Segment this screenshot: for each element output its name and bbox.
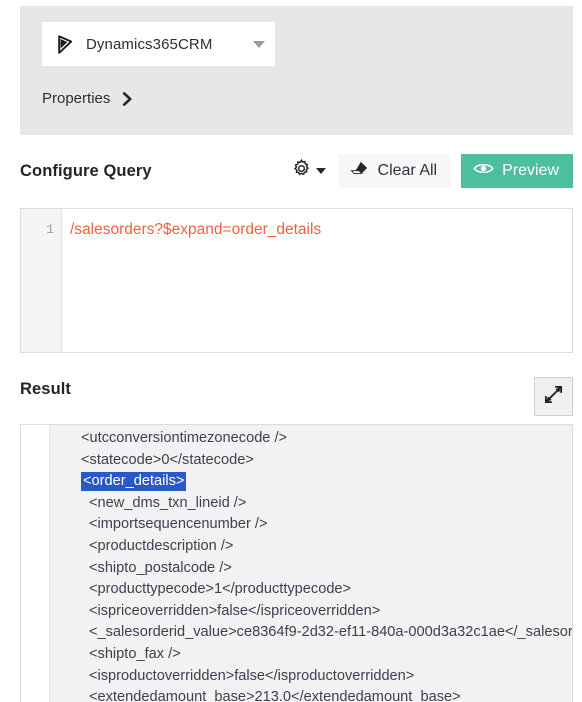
configure-query-header: Configure Query Clear All Preview [20,150,573,192]
chevron-right-icon [121,91,134,107]
xml-line[interactable]: <producttypecode>1</producttypecode> [51,579,572,601]
clear-all-label: Clear All [377,162,438,179]
result-title: Result [20,380,72,398]
xml-output[interactable]: <utcconversiontimezonecode /> <statecode>… [51,425,572,702]
dynamics365-logo-icon [54,33,76,55]
expand-result-button[interactable] [534,377,573,416]
query-input[interactable]: /salesorders?$expand=order_details [62,209,572,352]
eye-icon [473,161,494,181]
expand-diagonal-arrows-icon [543,384,564,410]
xml-line[interactable]: <extendedamount_base>213.0</extendedamou… [51,687,572,702]
result-header: Result [20,371,573,421]
connector-select[interactable]: Dynamics365CRM [42,22,275,66]
xml-line[interactable]: <utcconversiontimezonecode /> [51,428,572,450]
xml-line[interactable]: <new_dms_txn_lineid /> [51,493,572,515]
connector-name: Dynamics365CRM [86,35,213,53]
preview-label: Preview [502,162,559,179]
editor-line-gutter: 1 [21,209,62,352]
xml-line[interactable]: <importsequencenumber /> [51,514,572,536]
result-panel[interactable]: <utcconversiontimezonecode /> <statecode>… [20,424,573,702]
eraser-icon [349,160,369,182]
properties-toggle[interactable]: Properties [42,90,134,107]
settings-dropdown-button[interactable] [289,156,328,186]
xml-line[interactable]: <statecode>0</statecode> [51,450,572,472]
query-toolbar: Clear All Preview [289,150,573,192]
preview-button[interactable]: Preview [461,154,573,188]
query-editor[interactable]: 1 /salesorders?$expand=order_details [20,208,573,353]
page-title: Configure Query [20,161,152,180]
xml-line[interactable]: <productdescription /> [51,536,572,558]
line-number: 1 [46,222,54,237]
query-text: /salesorders?$expand=order_details [70,221,322,238]
gear-icon [291,158,312,184]
result-gutter [21,425,50,702]
caret-down-icon [315,168,326,174]
connector-card: Dynamics365CRM Properties [20,6,573,135]
xml-line[interactable]: <_salesorderid_value>ce8364f9-2d32-ef11-… [51,622,572,644]
xml-line[interactable]: <shipto_postalcode /> [51,558,572,580]
xml-line-selected[interactable]: <order_details> [81,472,187,492]
xml-line[interactable]: <ispriceoverridden>false</ispriceoverrid… [51,601,572,623]
xml-line[interactable]: <shipto_fax /> [51,644,572,666]
properties-label: Properties [42,90,111,107]
chevron-down-icon[interactable] [253,40,265,48]
query-builder-page: Dynamics365CRM Properties Configure Quer… [0,0,582,702]
xml-line[interactable]: <order_details> [51,471,572,493]
xml-line[interactable]: <isproductoverridden>false</isproductove… [51,666,572,688]
clear-all-button[interactable]: Clear All [337,154,452,188]
